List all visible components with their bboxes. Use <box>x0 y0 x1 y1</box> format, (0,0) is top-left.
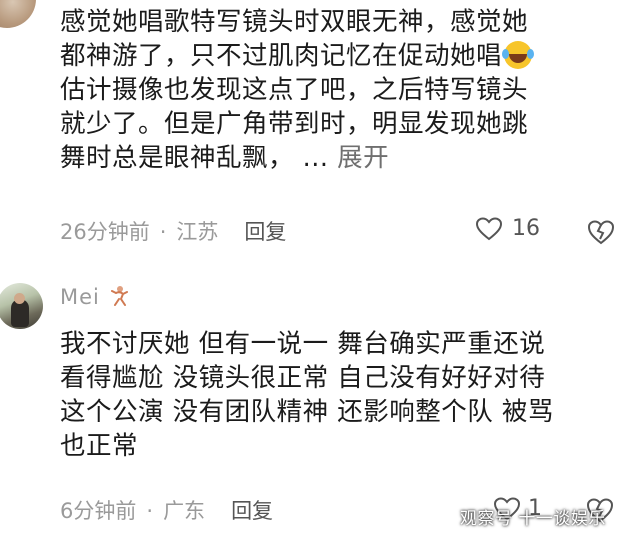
comment-text: 我不讨厌她 但有一说一 舞台确实严重还说 看得尴尬 没镜头很正常 自己没有好好对… <box>60 329 554 461</box>
username-text: Mei <box>60 285 100 309</box>
comment-meta: 6分钟前 · 广东 回复 <box>60 496 273 526</box>
reply-button[interactable]: 回复 <box>231 499 273 523</box>
avatar[interactable] <box>0 0 36 28</box>
like-count: 16 <box>512 216 540 241</box>
dancer-badge-icon <box>110 286 128 306</box>
comment-location: 广东 <box>163 499 206 523</box>
comment-text: 感觉她唱歌特写镜头时双眼无神，感觉她 都神游了，只不过肌肉记忆在促动她唱 估计摄… <box>60 5 620 175</box>
comment-meta: 26分钟前 · 江苏 回复 <box>60 217 286 247</box>
comment-time: 6分钟前 <box>60 499 137 523</box>
separator: · <box>146 499 154 523</box>
reply-button[interactable]: 回复 <box>244 220 286 244</box>
avatar[interactable] <box>0 283 43 329</box>
watermark: 观察号 十一谈娱乐 <box>460 509 606 529</box>
ellipsis: ... <box>302 143 329 173</box>
comment-text-part: 估计摄像也发现这点了吧，之后特写镜头 就少了。但是广角带到时，明显发现她跳 舞时… <box>60 75 529 173</box>
heart-outline-icon <box>476 216 502 240</box>
comment-text-part: 感觉她唱歌特写镜头时双眼无神，感觉她 都神游了，只不过肌肉记忆在促动她唱 <box>60 7 529 71</box>
username[interactable]: Mei <box>60 285 128 309</box>
like-button[interactable]: 16 <box>476 216 540 241</box>
separator: · <box>159 220 167 244</box>
comment-time: 26分钟前 <box>60 220 150 244</box>
avatar-head <box>14 293 25 304</box>
expand-link[interactable]: 展开 <box>337 143 389 173</box>
laughing-tears-emoji-icon <box>502 41 535 69</box>
broken-heart-icon[interactable] <box>587 219 615 245</box>
comment-location: 江苏 <box>176 220 219 244</box>
